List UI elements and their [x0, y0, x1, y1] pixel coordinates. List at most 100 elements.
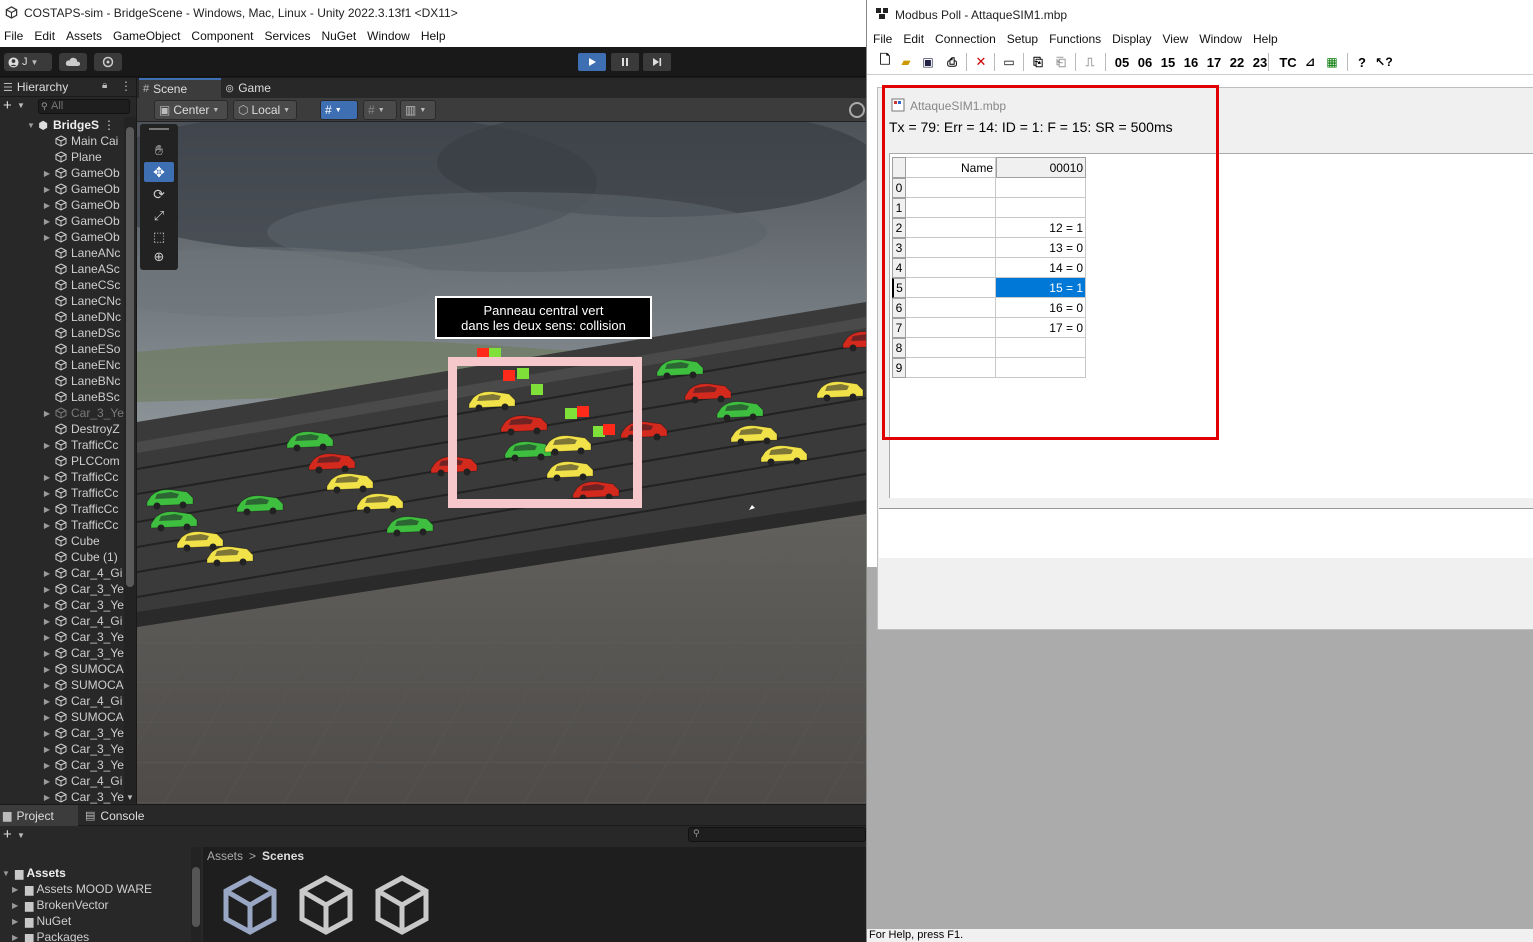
more-options-icon[interactable]: ⋮	[103, 118, 115, 132]
chart-button[interactable]: ▦	[1323, 53, 1341, 71]
menu-item[interactable]: NuGet	[317, 29, 363, 43]
function-code-button[interactable]: 15	[1157, 53, 1179, 71]
chevron-right-icon[interactable]: ▶	[42, 233, 52, 242]
chevron-right-icon[interactable]: ▶	[42, 793, 52, 802]
tab-game[interactable]: ⊚ Game	[221, 78, 281, 98]
pulse-button[interactable]: ⎍	[1081, 53, 1099, 71]
hierarchy-item[interactable]: ▶ Car_3_Ye	[0, 581, 124, 597]
chevron-right-icon[interactable]: ▶	[42, 169, 52, 178]
scale-tool-button[interactable]: ⤢	[144, 206, 174, 226]
hierarchy-item[interactable]: ▶ Car_4_Gi	[0, 693, 124, 709]
pivot-center-dropdown[interactable]: ▣ Center ▼	[154, 100, 228, 120]
hierarchy-tab[interactable]: ☰ Hierarchy 🔒︎ ⋮	[0, 78, 136, 97]
chevron-right-icon[interactable]: ▶	[42, 777, 52, 786]
hierarchy-item[interactable]: LaneBSc	[0, 389, 124, 405]
rotate-tool-button[interactable]: ⟳	[144, 184, 174, 204]
chevron-right-icon[interactable]: ▶	[42, 761, 52, 770]
hierarchy-item[interactable]: ▶ TrafficCc	[0, 501, 124, 517]
hierarchy-item[interactable]: ▶ GameOb	[0, 197, 124, 213]
play-button[interactable]	[578, 53, 606, 71]
menu-item[interactable]: File	[0, 29, 30, 43]
menu-item[interactable]: Connection	[929, 32, 1001, 46]
hierarchy-item[interactable]: ▶ Car_3_Ye	[0, 597, 124, 613]
chevron-right-icon[interactable]: ▶	[12, 901, 22, 910]
hierarchy-item[interactable]: Cube (1)	[0, 549, 124, 565]
tab-scene[interactable]: # Scene	[139, 78, 221, 98]
hierarchy-item[interactable]: ▶ TrafficCc	[0, 469, 124, 485]
chevron-right-icon[interactable]: ▶	[42, 649, 52, 658]
chevron-right-icon[interactable]: ▶	[42, 601, 52, 610]
chevron-right-icon[interactable]: ▶	[42, 585, 52, 594]
delete-button[interactable]: ✕	[972, 53, 990, 71]
hierarchy-item[interactable]: Plane	[0, 149, 124, 165]
hierarchy-item[interactable]: ▶ Car_3_Ye	[0, 405, 124, 421]
print-button[interactable]: ⎙	[943, 53, 961, 71]
project-folder-item[interactable]: ▶ ▆ NuGet	[12, 913, 71, 929]
window-button[interactable]: ▭	[1000, 53, 1018, 71]
account-dropdown[interactable]: J ▼	[4, 53, 52, 71]
chevron-right-icon[interactable]: ▶	[42, 489, 52, 498]
chevron-right-icon[interactable]: ▶	[42, 617, 52, 626]
tab-project[interactable]: ▆ Project	[0, 805, 78, 826]
hierarchy-root-scene[interactable]: ▼ ⬢ BridgeS ⋮	[0, 117, 124, 133]
scene-asset-icon[interactable]	[298, 875, 354, 935]
project-folder-item[interactable]: ▼ ▆ Assets	[2, 865, 66, 881]
new-file-button[interactable]: 🗋︎	[877, 52, 893, 71]
hierarchy-item[interactable]: ▶ Car_4_Gi	[0, 613, 124, 629]
hierarchy-item[interactable]: ▶ Car_4_Gi	[0, 773, 124, 789]
increment-snap-button[interactable]: ▥ ▼	[400, 100, 436, 120]
hierarchy-item[interactable]: ▶ Car_3_Ye	[0, 629, 124, 645]
hierarchy-scrollbar[interactable]	[124, 117, 136, 803]
hierarchy-item[interactable]: Cube	[0, 533, 124, 549]
function-code-button[interactable]: 16	[1180, 53, 1202, 71]
project-tree-scrollbar[interactable]	[191, 847, 201, 942]
chevron-right-icon[interactable]: ▶	[42, 713, 52, 722]
chevron-down-icon[interactable]: ▼	[17, 831, 25, 840]
chevron-right-icon[interactable]: ▶	[42, 665, 52, 674]
hierarchy-item[interactable]: ▶ Car_3_Ye	[0, 757, 124, 773]
settings-button[interactable]	[94, 53, 122, 71]
chevron-right-icon[interactable]: ▶	[42, 505, 52, 514]
hierarchy-item[interactable]: ▶ Car_3_Ye	[0, 725, 124, 741]
save-button[interactable]: ▣	[920, 53, 936, 71]
project-search-input[interactable]: ⚲	[688, 827, 866, 842]
pivot-local-dropdown[interactable]: ⬡ Local ▼	[233, 100, 297, 120]
pause-button[interactable]	[611, 53, 639, 71]
open-file-button[interactable]: ▰	[898, 53, 914, 71]
chevron-right-icon[interactable]: ▶	[42, 697, 52, 706]
function-code-button[interactable]: 06	[1134, 53, 1156, 71]
project-folder-item[interactable]: ▶ ▆ BrokenVector	[12, 897, 109, 913]
hierarchy-item[interactable]: Main Cai	[0, 133, 124, 149]
hierarchy-item[interactable]: PLCCom	[0, 453, 124, 469]
chevron-right-icon[interactable]: ▶	[42, 217, 52, 226]
project-folder-item[interactable]: ▶ ▆ Packages	[12, 929, 89, 942]
chevron-down-icon[interactable]: ▼	[17, 101, 25, 110]
chevron-right-icon[interactable]: ▶	[42, 201, 52, 210]
chevron-right-icon[interactable]: ▶	[42, 745, 52, 754]
move-tool-button[interactable]: ✥	[144, 162, 174, 182]
hierarchy-item[interactable]: ▶ GameOb	[0, 229, 124, 245]
function-code-button[interactable]: 05	[1111, 53, 1133, 71]
chevron-right-icon[interactable]: ▶	[42, 185, 52, 194]
add-icon[interactable]: +	[3, 826, 12, 843]
hierarchy-item[interactable]: LaneASc	[0, 261, 124, 277]
hierarchy-item[interactable]: ▶ GameOb	[0, 181, 124, 197]
chevron-right-icon[interactable]: ▶	[12, 885, 22, 894]
hierarchy-item[interactable]: ▶ TrafficCc	[0, 437, 124, 453]
hand-tool-button[interactable]: ✋︎	[144, 140, 174, 160]
scrollbar-thumb[interactable]	[126, 127, 134, 587]
function-code-button[interactable]: 22	[1226, 53, 1248, 71]
hierarchy-item[interactable]: LaneESo	[0, 341, 124, 357]
project-folder-item[interactable]: ▶ ▆ Assets MOOD WARE	[12, 881, 152, 897]
menu-item[interactable]: Window	[363, 29, 417, 43]
hierarchy-item[interactable]: ▶ SUMOCA	[0, 709, 124, 725]
tc-button[interactable]: TC	[1278, 53, 1298, 71]
scene-camera-icon[interactable]	[849, 102, 865, 118]
hierarchy-item[interactable]: ▶ Car_3_Ye	[0, 789, 124, 805]
hierarchy-item[interactable]: ▶ TrafficCc	[0, 485, 124, 501]
grid-snap-button[interactable]: # ▼	[320, 100, 358, 120]
more-options-icon[interactable]: ⋮	[120, 79, 132, 93]
menu-item[interactable]: Help	[1247, 32, 1283, 46]
menu-item[interactable]: Edit	[897, 32, 929, 46]
menu-item[interactable]: Component	[187, 29, 260, 43]
